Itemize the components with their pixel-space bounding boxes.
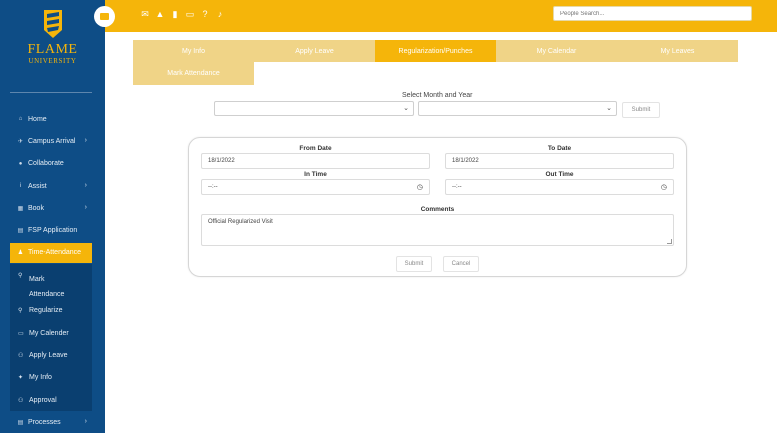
out-time-value: --:--	[452, 184, 462, 190]
submenu-item-approval[interactable]: ⚇ Approval	[10, 389, 92, 411]
chevron-right-icon: ›	[84, 418, 87, 426]
sidebar-item-time-attendance[interactable]: ♟ Time-Attendance	[10, 242, 92, 263]
search-icon: ⚲	[18, 308, 23, 315]
tab-row: My Info Apply Leave Regularization/Punch…	[133, 40, 738, 62]
sidebar: FLAME UNIVERSITY ⌂ Home ✈ Campus Arrival…	[0, 0, 105, 433]
to-date-label: To Date	[547, 145, 572, 152]
submenu-item-label: Regularize	[29, 307, 63, 315]
from-date-label: From Date	[299, 145, 332, 152]
tab-regularization-punches[interactable]: Regularization/Punches	[375, 40, 496, 62]
users-icon: ⚇	[18, 397, 24, 404]
year-select[interactable]: ⌄	[418, 101, 617, 116]
user-icon: ♟	[17, 250, 24, 257]
pin-icon: ✦	[18, 375, 24, 382]
submenu-item-label: Apply Leave	[29, 352, 68, 360]
form-cancel-button[interactable]: Cancel	[443, 256, 479, 272]
plane-icon: ✈	[17, 138, 24, 145]
sidebar-item-label: Assist	[28, 182, 47, 190]
search-icon: ⚲	[18, 272, 23, 279]
chevron-right-icon: ›	[84, 137, 87, 145]
month-select[interactable]: ⌄	[214, 101, 414, 116]
comments-label: Comments	[420, 206, 455, 213]
university-logo[interactable]: FLAME UNIVERSITY	[0, 8, 105, 66]
tab-apply-leave[interactable]: Apply Leave	[254, 40, 375, 62]
sidebar-toggle-button[interactable]	[94, 6, 115, 27]
sidebar-item-processes[interactable]: ▤ Processes ›	[10, 411, 92, 433]
out-time-field[interactable]: --:-- ◷	[445, 179, 674, 195]
monitor-icon[interactable]: ▭	[185, 9, 195, 19]
list-icon: ▤	[17, 419, 24, 426]
submenu-item-my-calender[interactable]: ▭ My Calender	[10, 322, 92, 344]
top-icon-bar: ✉ ▲ ▮ ▭ ? ♪	[140, 9, 225, 20]
logo-flame-text: FLAME	[27, 42, 78, 57]
select-month-year-label: Select Month and Year	[402, 92, 473, 99]
help-icon[interactable]: ?	[200, 9, 210, 19]
sidebar-item-home[interactable]: ⌂ Home	[10, 108, 92, 130]
submenu-item-regularize[interactable]: ⚲ Regularize	[10, 300, 92, 322]
tab-bar: My Info Apply Leave Regularization/Punch…	[133, 40, 738, 85]
keyboard-icon: ▭	[18, 330, 24, 337]
users-icon: ⚇	[18, 353, 24, 360]
home-icon: ⌂	[18, 116, 23, 123]
graduation-cap-icon[interactable]: ▲	[155, 9, 165, 19]
from-date-field[interactable]: 18/1/2022	[201, 153, 430, 169]
sidebar-item-fsp-application[interactable]: ▤ FSP Application	[10, 219, 92, 241]
time-attendance-submenu: ⚲ Mark Attendance ⚲ Regularize ▭ My Cale…	[10, 263, 92, 412]
sidebar-item-campus-arrival[interactable]: ✈ Campus Arrival ›	[10, 130, 92, 152]
tab-my-info[interactable]: My Info	[133, 40, 254, 62]
tab-my-leaves[interactable]: My Leaves	[617, 40, 738, 62]
submenu-item-apply-leave[interactable]: ⚇ Apply Leave	[10, 344, 92, 366]
submenu-item-my-info[interactable]: ✦ My Info	[10, 367, 92, 389]
submenu-item-label: My Calender	[29, 329, 69, 337]
sidebar-item-label: Home	[28, 115, 47, 123]
document-icon: ▤	[17, 228, 24, 235]
sidebar-item-assist[interactable]: i Assist ›	[10, 175, 92, 197]
people-search-input[interactable]	[553, 6, 752, 21]
bell-icon[interactable]: ♪	[215, 9, 225, 19]
out-time-label: Out Time	[545, 171, 574, 178]
in-time-value: --:--	[208, 184, 218, 190]
sidebar-item-label: Processes	[28, 418, 61, 426]
form-submit-button[interactable]: Submit	[396, 256, 432, 272]
sidebar-menu: ⌂ Home ✈ Campus Arrival › ● Collaborate …	[10, 108, 92, 433]
sidebar-item-label: Book	[28, 204, 44, 212]
tab-my-calendar[interactable]: My Calendar	[496, 40, 617, 62]
submenu-item-label: My Info	[29, 374, 52, 382]
chevron-right-icon: ›	[84, 181, 87, 189]
comments-textarea[interactable]: Official Regularized Visit	[201, 214, 674, 246]
clock-icon[interactable]: ◷	[417, 183, 423, 191]
to-date-field[interactable]: 18/1/2022	[445, 153, 674, 169]
sidebar-item-label: Collaborate	[28, 160, 64, 168]
tab-row: Mark Attendance	[133, 62, 738, 85]
submenu-item-label: Approval	[29, 396, 57, 404]
resize-handle-icon[interactable]	[667, 239, 672, 244]
chevron-right-icon: ›	[84, 204, 87, 212]
sidebar-item-label: FSP Application	[28, 227, 78, 235]
clock-icon[interactable]: ◷	[661, 183, 667, 191]
sidebar-item-collaborate[interactable]: ● Collaborate	[10, 153, 92, 175]
chevron-down-icon: ⌄	[403, 105, 409, 112]
submenu-item-mark-attendance[interactable]: ⚲ Mark Attendance	[10, 266, 92, 300]
sidebar-item-label: Campus Arrival	[28, 137, 76, 145]
sidebar-divider	[10, 92, 92, 93]
comments-value: Official Regularized Visit	[208, 219, 273, 225]
sidebar-item-book[interactable]: ▦ Book ›	[10, 197, 92, 219]
book-icon[interactable]: ▮	[170, 9, 180, 19]
logo-university-text: UNIVERSITY	[28, 57, 77, 65]
chat-icon: ●	[18, 160, 23, 167]
in-time-field[interactable]: --:-- ◷	[201, 179, 430, 195]
in-time-label: In Time	[304, 171, 327, 178]
chevron-down-icon: ⌄	[606, 105, 612, 112]
tab-mark-attendance[interactable]: Mark Attendance	[133, 62, 254, 85]
flame-shield-icon	[42, 8, 64, 40]
calendar-icon: ▦	[17, 205, 24, 212]
sidebar-item-label: Time-Attendance	[28, 249, 82, 257]
mail-icon[interactable]: ✉	[140, 9, 150, 19]
menu-icon	[100, 13, 109, 20]
submenu-item-label: Mark Attendance	[29, 275, 65, 298]
month-submit-button[interactable]: Submit	[622, 102, 660, 118]
info-icon: i	[19, 183, 22, 190]
